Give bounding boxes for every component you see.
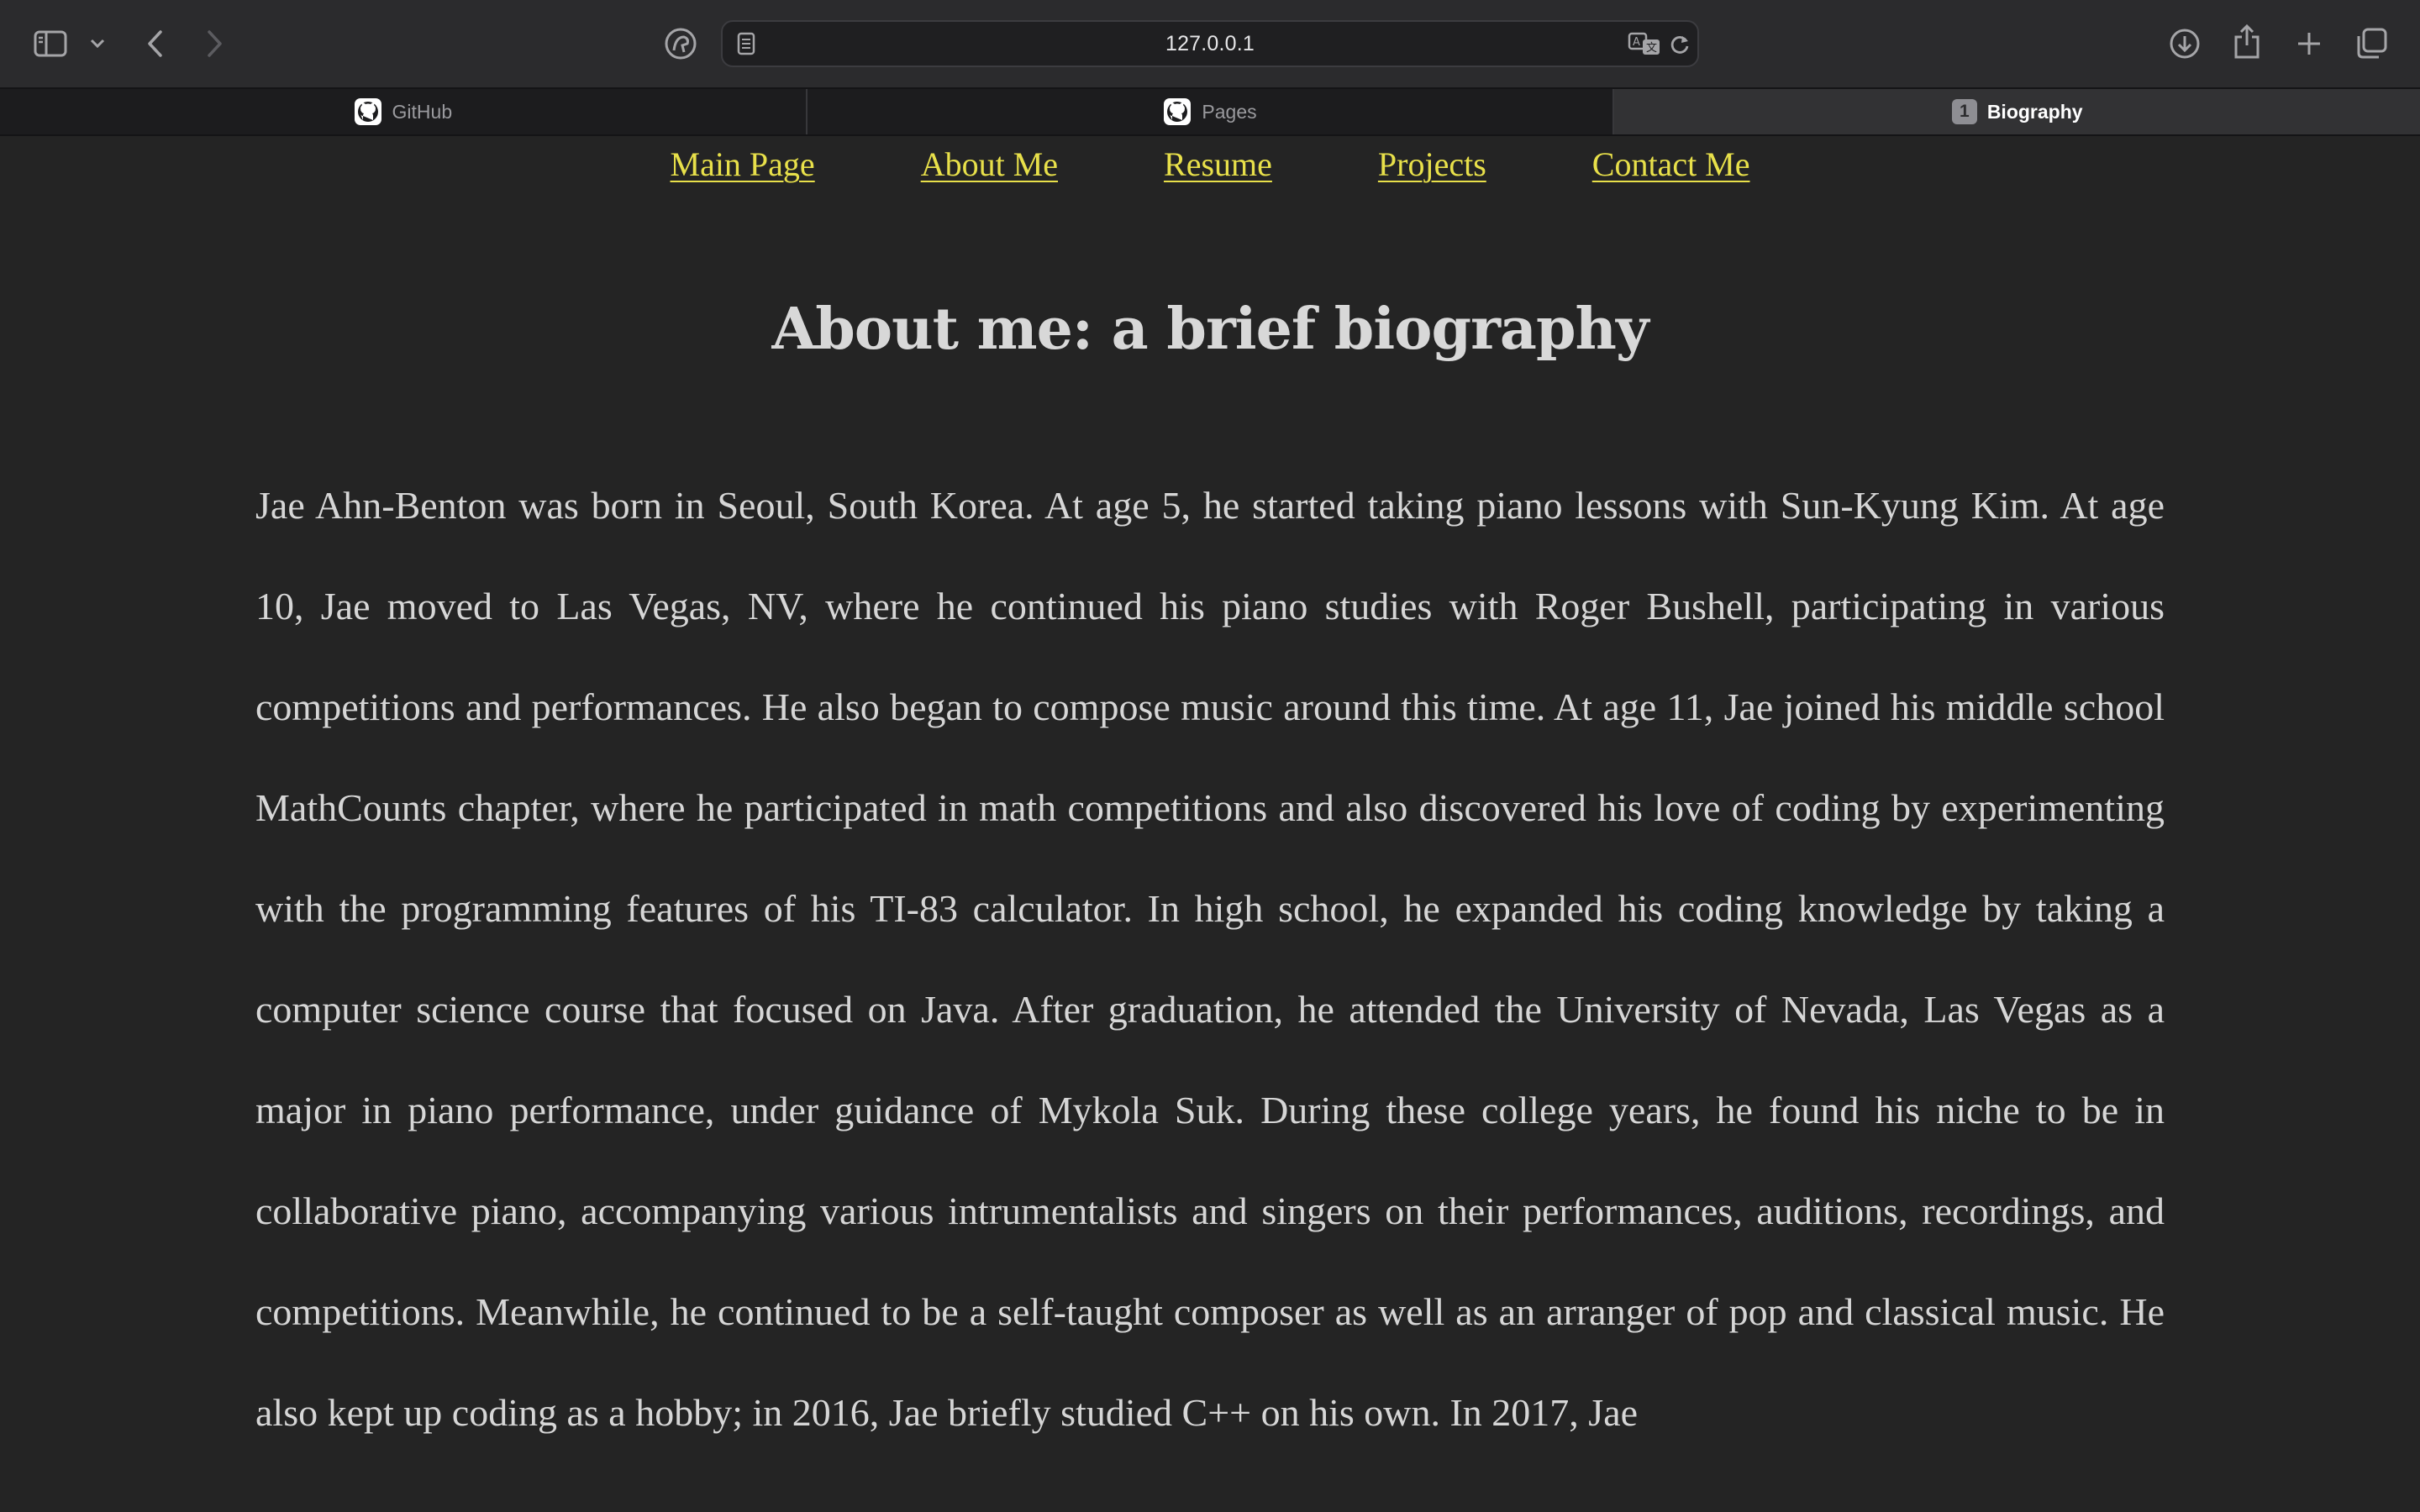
tab-pages[interactable]: Pages — [808, 89, 1615, 134]
share-icon[interactable] — [2227, 20, 2267, 62]
browser-toolbar: 127.0.0.1 A文 — [0, 0, 2420, 87]
nav-link-resume[interactable]: Resume — [1164, 144, 1272, 184]
tab-label: Pages — [1202, 100, 1257, 123]
forward-icon[interactable] — [197, 25, 234, 62]
page-title: About me: a brief biography — [771, 296, 1649, 363]
tab-github[interactable]: GitHub — [0, 89, 808, 134]
tab-overview-icon[interactable] — [2351, 24, 2391, 64]
github-icon — [354, 98, 381, 125]
translate-icon[interactable]: A文 — [1627, 30, 1664, 57]
address-bar[interactable]: 127.0.0.1 A文 — [721, 20, 1699, 67]
svg-text:文: 文 — [1646, 42, 1657, 55]
download-icon[interactable] — [2165, 24, 2205, 64]
url-text[interactable]: 127.0.0.1 — [723, 22, 1697, 66]
tab-label: Biography — [1986, 100, 2083, 123]
nav-link-about-me[interactable]: About Me — [921, 144, 1058, 184]
tab-label: GitHub — [392, 100, 453, 123]
nav-link-main-page[interactable]: Main Page — [671, 144, 815, 184]
page-content: Main Page About Me Resume Projects Conta… — [0, 136, 2420, 1512]
reload-icon[interactable] — [1667, 32, 1692, 57]
site-nav: Main Page About Me Resume Projects Conta… — [0, 144, 2420, 184]
back-icon[interactable] — [136, 25, 173, 62]
tab-bar: GitHub Pages 1 Biography — [0, 87, 2420, 136]
sidebar-icon[interactable] — [30, 24, 71, 64]
biography-text: Jae Ahn-Benton was born in Seoul, South … — [255, 484, 2165, 1434]
tab-badge: 1 — [1951, 99, 1977, 124]
github-icon — [1164, 98, 1192, 125]
tab-biography[interactable]: 1 Biography — [1614, 89, 2420, 134]
chevron-down-icon[interactable] — [86, 30, 109, 57]
svg-text:A: A — [1633, 36, 1640, 49]
new-tab-icon[interactable] — [2289, 24, 2329, 64]
privacy-icon[interactable] — [662, 25, 699, 62]
nav-link-contact-me[interactable]: Contact Me — [1592, 144, 1750, 184]
nav-link-projects[interactable]: Projects — [1378, 144, 1486, 184]
